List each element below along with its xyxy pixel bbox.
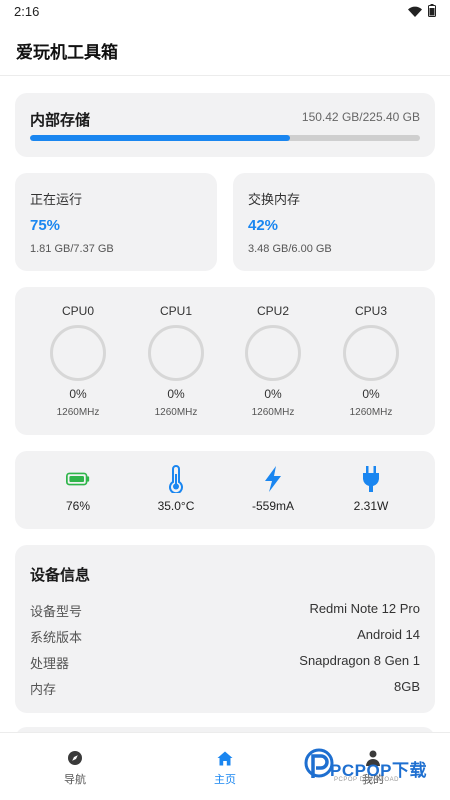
pcpop-watermark: PCPOP下载 PCPOP DOWNLOAD bbox=[304, 748, 444, 788]
cpu-core: CPU2 0% 1260MHz bbox=[233, 287, 313, 435]
home-icon bbox=[216, 749, 234, 767]
cpu-usage-ring bbox=[50, 325, 106, 381]
cpu-name: CPU2 bbox=[256, 304, 289, 318]
running-memory-title: 正在运行 bbox=[30, 192, 83, 207]
plug-icon bbox=[359, 465, 383, 493]
cpu-core: CPU3 0% 1260MHz bbox=[331, 287, 411, 435]
battery-current: -559mA bbox=[228, 451, 318, 529]
cpu-frequency: 1260MHz bbox=[251, 407, 295, 418]
battery-status-icon bbox=[428, 4, 436, 22]
thermometer-icon bbox=[164, 465, 188, 493]
device-info-title: 设备信息 bbox=[30, 567, 91, 584]
cpu-usage: 0% bbox=[264, 387, 282, 401]
device-row-memory: 内存 8GB bbox=[30, 679, 420, 699]
cpu-usage-ring bbox=[343, 325, 399, 381]
cpu-frequency: 1260MHz bbox=[154, 407, 198, 418]
cpu-frequency: 1260MHz bbox=[349, 407, 393, 418]
nav-item-home[interactable]: 主页 bbox=[190, 745, 260, 789]
device-key: 设备型号 bbox=[30, 604, 83, 619]
cpu-name: CPU1 bbox=[159, 304, 192, 318]
swap-memory-percent: 42% bbox=[248, 217, 279, 234]
sensor-card[interactable]: 76% 35.0°C -559mA 2.31W bbox=[15, 451, 435, 529]
running-memory-card[interactable]: 正在运行 75% 1.81 GB/7.37 GB bbox=[15, 173, 217, 271]
temperature-value: 35.0°C bbox=[157, 499, 195, 513]
storage-card[interactable]: 内部存储 150.42 GB/225.40 GB bbox=[15, 93, 435, 157]
compass-icon bbox=[66, 749, 84, 767]
cpu-core: CPU1 0% 1260MHz bbox=[136, 287, 216, 435]
device-value: Redmi Note 12 Pro bbox=[309, 601, 420, 616]
storage-progress-bar bbox=[30, 135, 420, 141]
battery-icon bbox=[66, 465, 90, 493]
cpu-usage-ring bbox=[245, 325, 301, 381]
nav-label: 导航 bbox=[64, 774, 86, 786]
device-value: Snapdragon 8 Gen 1 bbox=[299, 653, 420, 668]
swap-memory-title: 交换内存 bbox=[248, 192, 301, 207]
device-value: Android 14 bbox=[357, 627, 420, 642]
storage-label: 内部存储 bbox=[30, 112, 91, 129]
running-memory-detail: 1.81 GB/7.37 GB bbox=[30, 243, 114, 255]
battery-value: 76% bbox=[65, 499, 91, 513]
device-row-model: 设备型号 Redmi Note 12 Pro bbox=[30, 601, 420, 621]
device-row-processor: 处理器 Snapdragon 8 Gen 1 bbox=[30, 653, 420, 673]
wifi-icon bbox=[408, 4, 422, 22]
app-bar: 爱玩机工具箱 bbox=[0, 24, 450, 76]
cpu-usage: 0% bbox=[167, 387, 185, 401]
nav-label: 主页 bbox=[214, 774, 236, 786]
status-time: 2:16 bbox=[14, 4, 40, 19]
nav-item-guide[interactable]: 导航 bbox=[40, 745, 110, 789]
cpu-usage-ring bbox=[148, 325, 204, 381]
swap-memory-card[interactable]: 交换内存 42% 3.48 GB/6.00 GB bbox=[233, 173, 435, 271]
cpu-usage: 0% bbox=[69, 387, 87, 401]
storage-value: 150.42 GB/225.40 GB bbox=[301, 110, 420, 124]
device-key: 内存 bbox=[30, 682, 57, 697]
watermark-subtext: PCPOP DOWNLOAD bbox=[334, 777, 399, 783]
device-row-os: 系统版本 Android 14 bbox=[30, 627, 420, 647]
status-icons bbox=[408, 4, 436, 22]
cpu-frequency: 1260MHz bbox=[56, 407, 100, 418]
cpu-name: CPU0 bbox=[61, 304, 94, 318]
cpu-usage: 0% bbox=[362, 387, 380, 401]
cpu-name: CPU3 bbox=[354, 304, 387, 318]
power-value: 2.31W bbox=[353, 499, 389, 513]
swap-memory-detail: 3.48 GB/6.00 GB bbox=[248, 243, 332, 255]
battery-power: 2.31W bbox=[326, 451, 416, 529]
storage-progress-fill bbox=[30, 135, 291, 141]
battery-temperature: 35.0°C bbox=[131, 451, 221, 529]
device-key: 处理器 bbox=[30, 656, 70, 671]
device-value: 8GB bbox=[393, 679, 420, 694]
status-bar: 2:16 bbox=[0, 0, 450, 24]
running-memory-percent: 75% bbox=[30, 217, 61, 234]
cpu-card[interactable]: CPU0 0% 1260MHz CPU1 0% 1260MHz CPU2 0% … bbox=[15, 287, 435, 435]
device-info-card[interactable]: 设备信息 设备型号 Redmi Note 12 Pro 系统版本 Android… bbox=[15, 545, 435, 713]
current-value: -559mA bbox=[251, 499, 295, 513]
screen: 2:16 爱玩机工具箱 内部存储 150.42 GB/225.40 GB 正在运… bbox=[0, 0, 450, 800]
cpu-core: CPU0 0% 1260MHz bbox=[38, 287, 118, 435]
lightning-icon bbox=[261, 465, 285, 493]
device-key: 系统版本 bbox=[30, 630, 83, 645]
battery-level: 76% bbox=[33, 451, 123, 529]
app-title: 爱玩机工具箱 bbox=[16, 43, 118, 62]
